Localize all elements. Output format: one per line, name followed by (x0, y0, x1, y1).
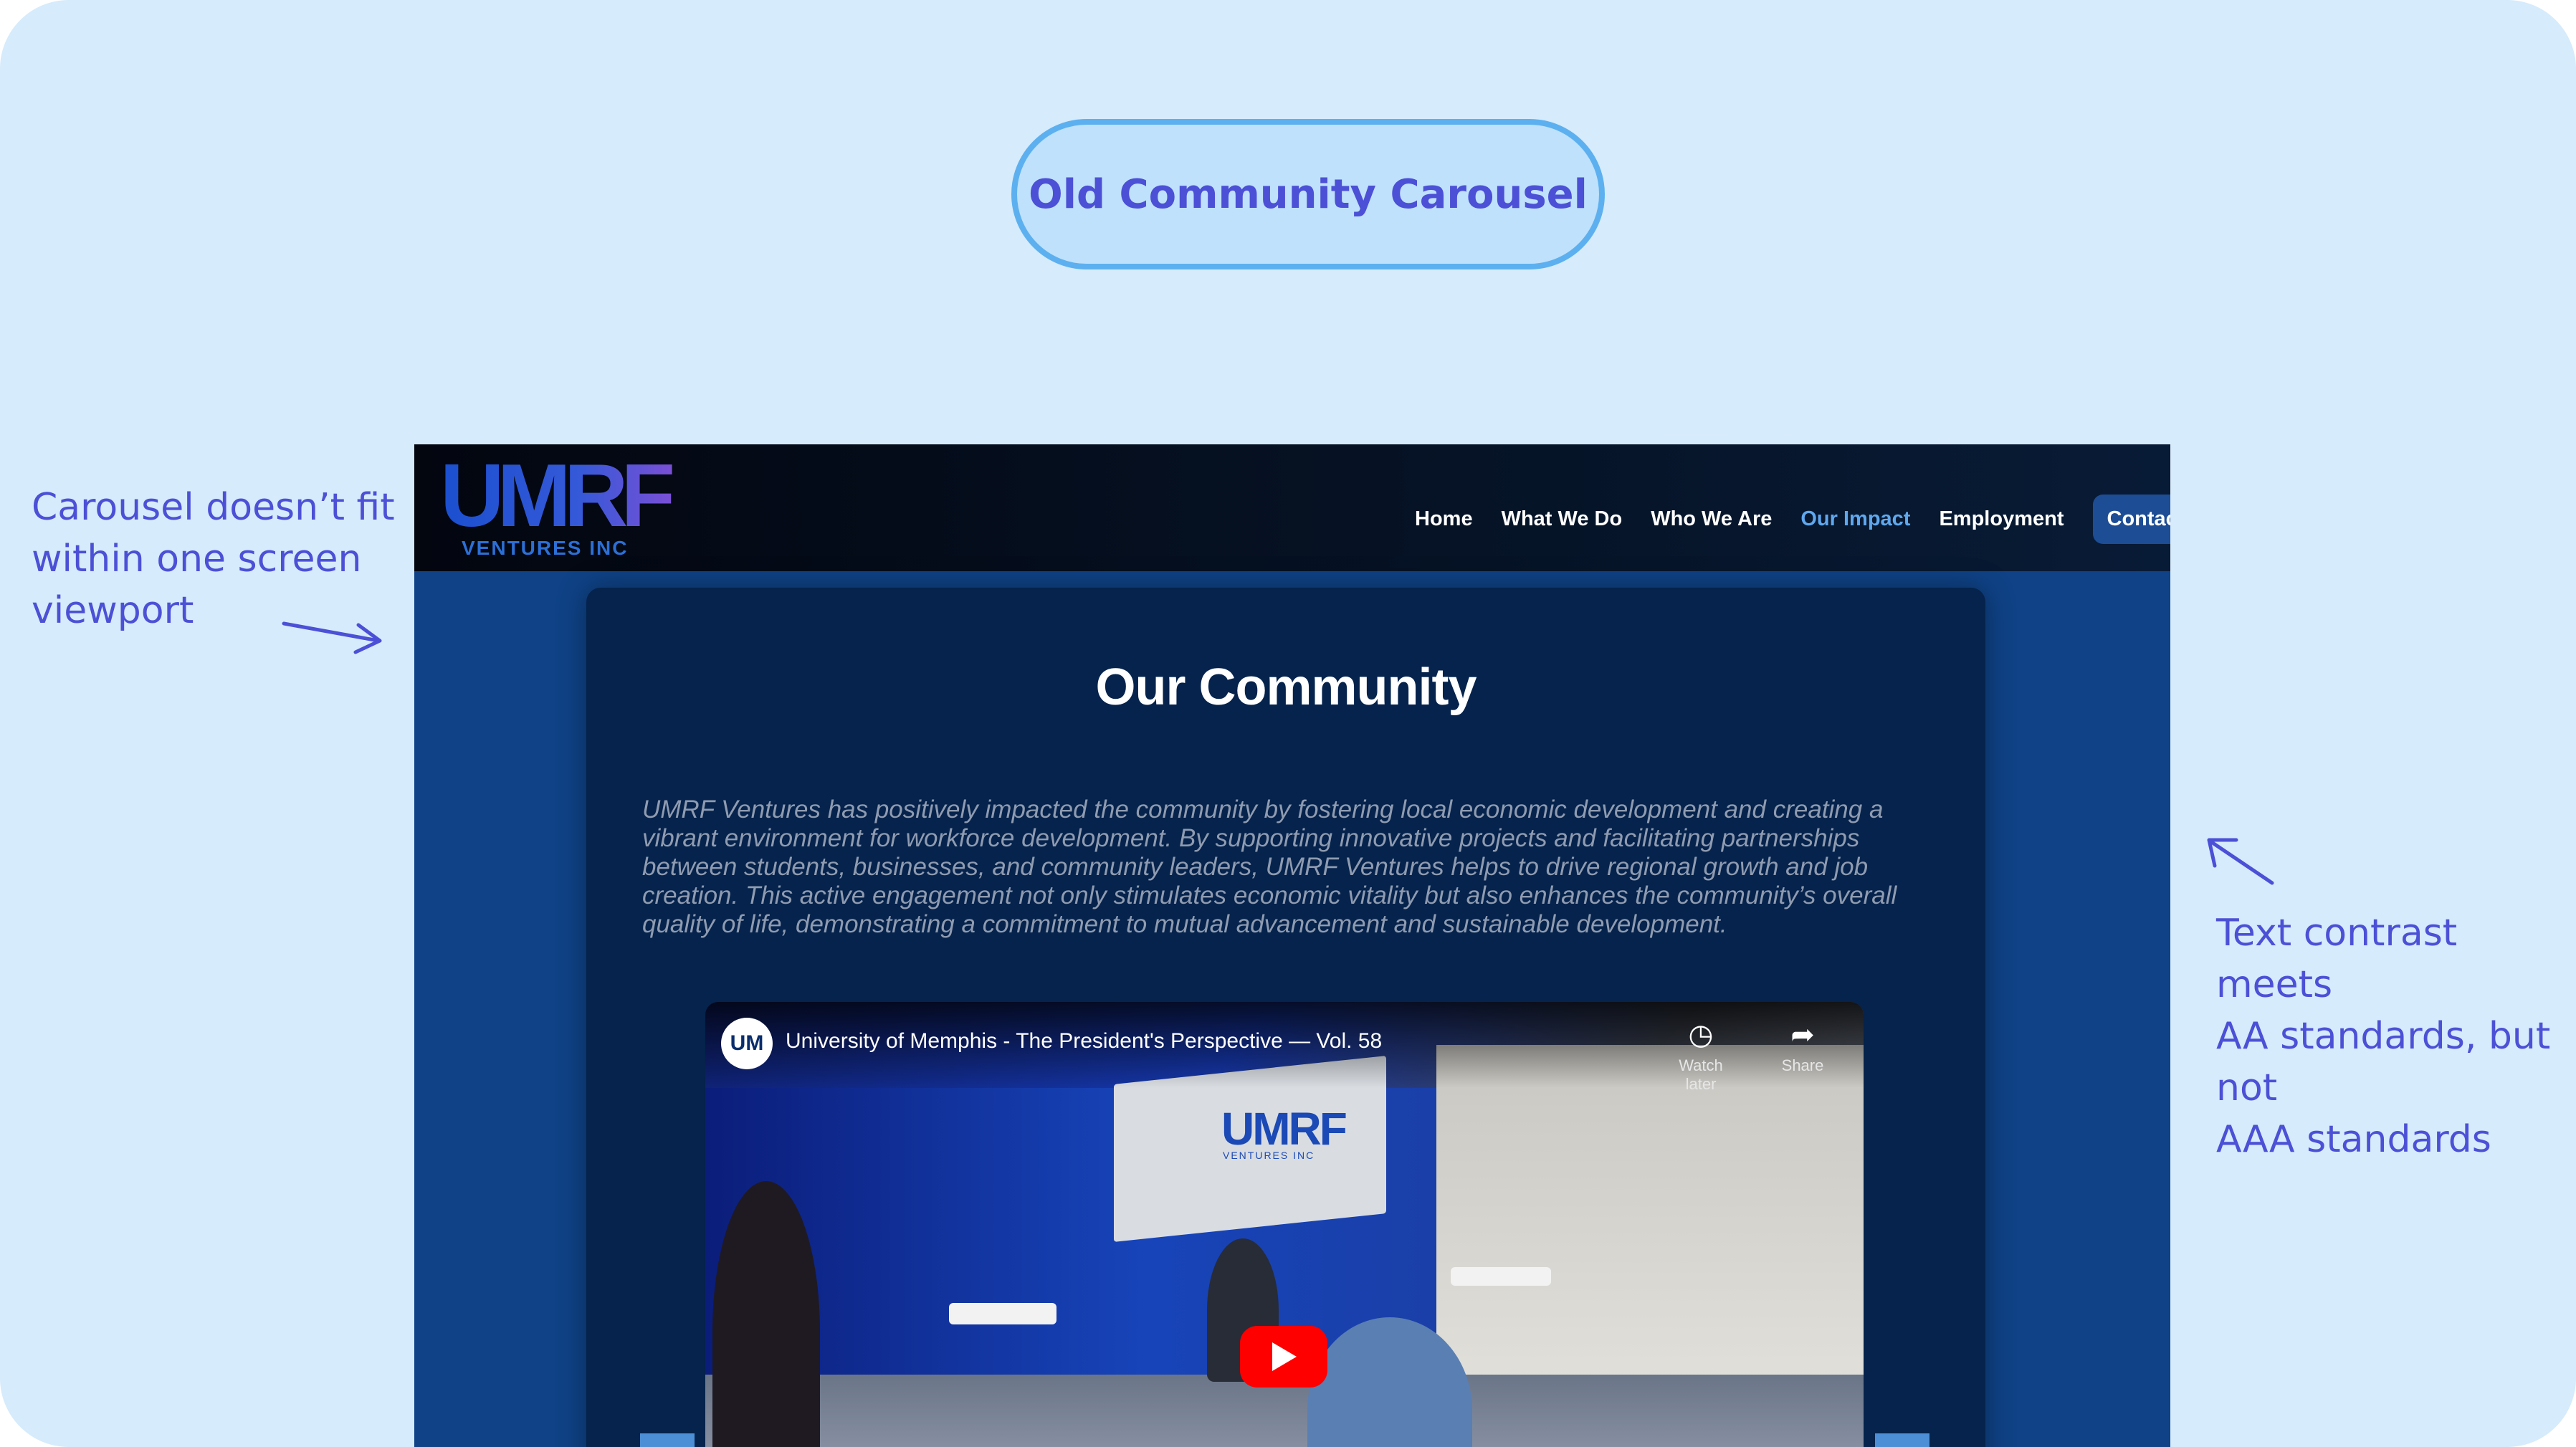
right-annotation-line-2: AA standards, but not (2216, 1015, 2551, 1109)
nav-employment[interactable]: Employment (1939, 507, 2064, 531)
video-embed[interactable]: UMRF VENTURES INC UM University of Memph… (705, 1002, 1864, 1447)
carousel-prev-button[interactable] (640, 1433, 695, 1447)
channel-avatar[interactable]: UM (721, 1018, 773, 1069)
right-annotation-line-3: AAA standards (2216, 1118, 2491, 1161)
main-nav: Home What We Do Who We Are Our Impact Em… (1415, 495, 2170, 544)
nav-what-we-do[interactable]: What We Do (1502, 507, 1623, 531)
slide-title-pill: Old Community Carousel (1011, 119, 1605, 269)
section-title: Our Community (1095, 659, 1477, 716)
video-scene-table (1451, 1267, 1551, 1286)
play-button[interactable] (1240, 1326, 1327, 1388)
site-navbar: UMRF VENTURES INC Home What We Do Who We… (414, 444, 2170, 571)
share-icon: ➦ (1790, 1019, 1815, 1051)
website-screenshot: UMRF VENTURES INC Home What We Do Who We… (414, 444, 2170, 1447)
left-annotation-line-1: Carousel doesn’t fit (32, 486, 395, 529)
right-annotation-line-1: Text contrast meets (2216, 912, 2458, 1006)
nav-who-we-are[interactable]: Who We Are (1651, 507, 1772, 531)
share-button[interactable]: ➦ Share (1763, 1019, 1842, 1075)
carousel-next-button[interactable] (1875, 1433, 1929, 1447)
community-panel: Our Community UMRF Ventures has positive… (586, 588, 1985, 1447)
right-annotation: Text contrast meets AA standards, but no… (2216, 907, 2575, 1165)
left-annotation-line-3: viewport (32, 589, 194, 632)
play-icon (1272, 1342, 1297, 1371)
video-scene-table (949, 1303, 1056, 1324)
video-sign-text: UMRF (1221, 1103, 1347, 1155)
umrf-logo[interactable]: UMRF VENTURES INC (440, 454, 677, 562)
watch-later-label: Watch later (1679, 1056, 1723, 1093)
section-body: UMRF Ventures has positively impacted th… (642, 796, 1897, 938)
share-label: Share (1781, 1056, 1824, 1074)
left-arrow-icon (282, 621, 382, 654)
video-sign-sub: VENTURES INC (1223, 1150, 1315, 1161)
nav-contact-button[interactable]: Contact Us (2092, 495, 2170, 544)
watch-later-button[interactable]: ◷ Watch later (1661, 1019, 1740, 1094)
nav-home[interactable]: Home (1415, 507, 1473, 531)
nav-our-impact[interactable]: Our Impact (1800, 507, 1910, 531)
presentation-canvas: Old Community Carousel Carousel doesn’t … (0, 0, 2576, 1447)
left-annotation-line-2: within one screen (32, 538, 362, 581)
clock-icon: ◷ (1688, 1019, 1714, 1051)
logo-main-text: UMRF (440, 454, 672, 545)
logo-sub-text: VENTURES INC (462, 537, 628, 559)
right-arrow-icon (2207, 838, 2274, 885)
video-title[interactable]: University of Memphis - The President's … (786, 1029, 1382, 1054)
